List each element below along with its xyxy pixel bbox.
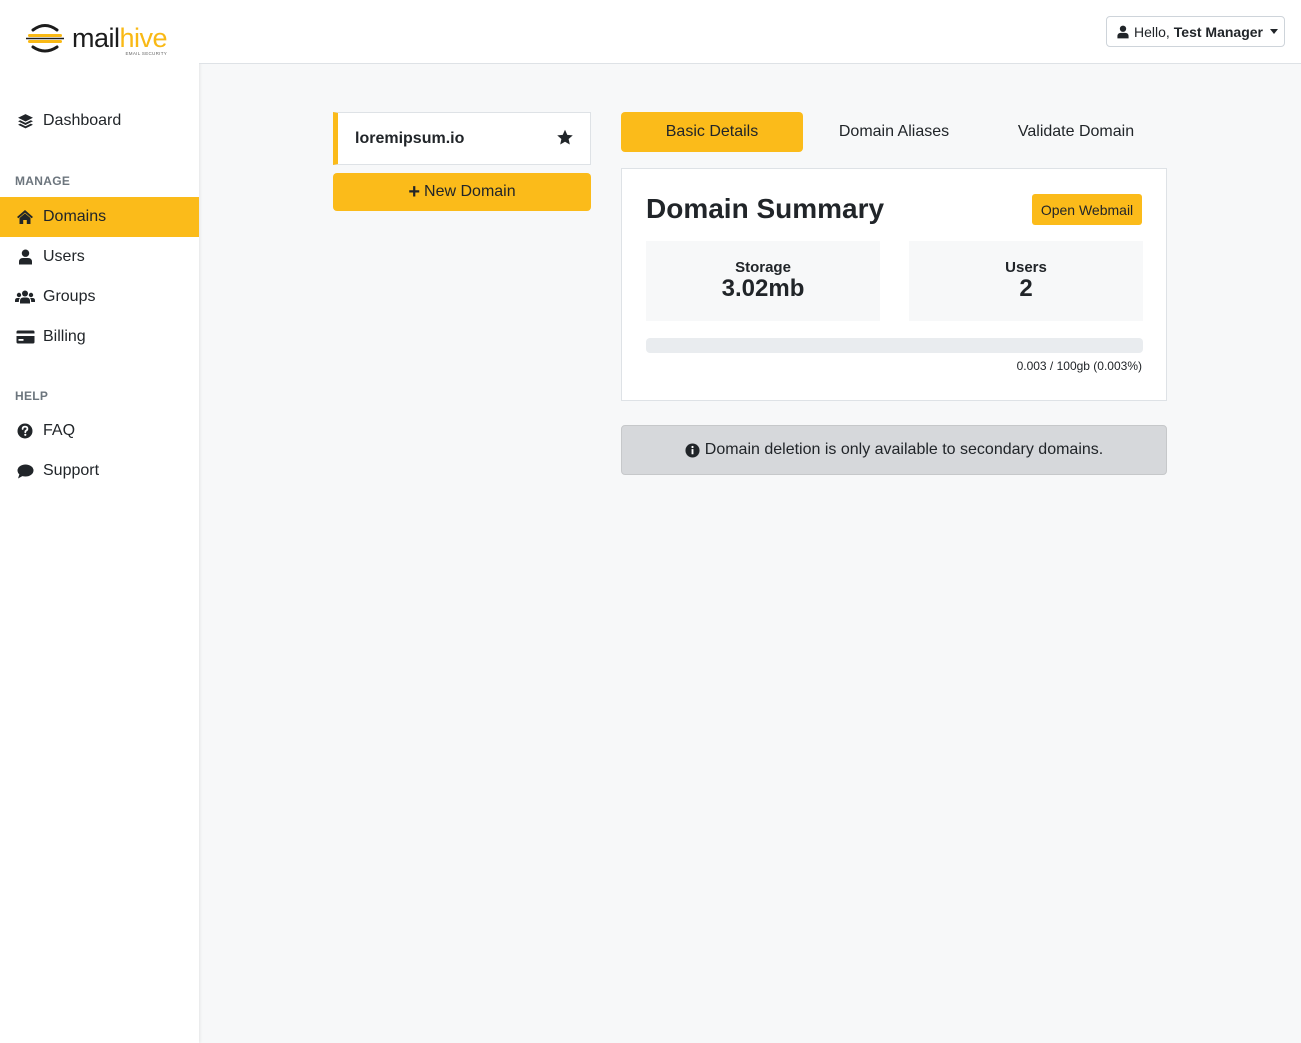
question-circle-icon xyxy=(15,421,35,441)
users-label: Users xyxy=(1005,259,1047,276)
mailhive-logo[interactable]: mailhive EMAIL SECURITY xyxy=(26,20,168,56)
sidebar-item-label: Support xyxy=(43,462,100,479)
storage-value: 3.02mb xyxy=(721,275,805,302)
domain-name: loremipsum.io xyxy=(355,129,465,147)
new-domain-button[interactable]: + New Domain xyxy=(333,173,591,211)
layers-icon xyxy=(15,111,35,131)
credit-card-icon xyxy=(15,327,35,347)
open-webmail-button[interactable]: Open Webmail xyxy=(1032,194,1142,225)
users-value: 2 xyxy=(1019,275,1033,302)
user-icon xyxy=(1117,25,1129,39)
sidebar-item-domains[interactable]: Domains xyxy=(0,197,199,237)
storage-usage-text: 0.003 / 100gb (0.003%) xyxy=(1016,359,1142,373)
home-icon xyxy=(15,207,35,227)
tab-basic-details[interactable]: Basic Details xyxy=(621,112,803,152)
topbar: Hello, Test Manager xyxy=(199,0,1301,64)
sidebar: mailhive EMAIL SECURITY Dashboard MANAGE… xyxy=(0,0,199,1043)
user-name: Test Manager xyxy=(1173,23,1264,40)
nav-section-manage: MANAGE xyxy=(15,174,71,188)
info-circle-icon xyxy=(685,442,700,458)
domain-list-item[interactable]: loremipsum.io xyxy=(333,112,591,165)
nav-section-help: HELP xyxy=(15,389,49,403)
alert-text: Domain deletion is only available to sec… xyxy=(704,441,1104,458)
sidebar-item-label: Groups xyxy=(43,288,96,305)
users-stat: Users 2 xyxy=(909,241,1143,321)
sidebar-item-users[interactable]: Users xyxy=(0,237,199,277)
user-greeting: Hello, xyxy=(1134,23,1170,40)
info-alert: Domain deletion is only available to sec… xyxy=(621,425,1167,475)
plus-icon: + xyxy=(408,181,421,203)
logo-word-hive: hive xyxy=(119,23,168,53)
sidebar-item-label: FAQ xyxy=(43,422,76,439)
sidebar-item-support[interactable]: Support xyxy=(0,451,199,491)
star-icon[interactable] xyxy=(556,129,574,146)
user-icon xyxy=(15,247,35,267)
sidebar-item-label: Billing xyxy=(43,328,86,345)
domain-summary-card: Domain Summary Open Webmail Storage 3.02… xyxy=(621,168,1167,401)
hive-logo-icon xyxy=(26,24,64,53)
sidebar-item-label: Dashboard xyxy=(43,112,122,129)
storage-progress-bar xyxy=(646,338,1143,353)
storage-label: Storage xyxy=(735,259,791,276)
new-domain-label: New Domain xyxy=(424,183,516,200)
storage-stat: Storage 3.02mb xyxy=(646,241,880,321)
logo-tagline: EMAIL SECURITY xyxy=(125,51,168,56)
tab-validate-domain[interactable]: Validate Domain xyxy=(985,112,1167,152)
chevron-down-icon xyxy=(1270,29,1279,34)
summary-title: Domain Summary xyxy=(646,193,885,224)
users-icon xyxy=(15,287,35,307)
comment-icon xyxy=(15,461,35,481)
sidebar-item-label: Users xyxy=(43,248,85,265)
logo-word-mail: mail xyxy=(72,23,120,53)
user-menu-dropdown[interactable]: Hello, Test Manager xyxy=(1106,16,1285,47)
sidebar-item-label: Domains xyxy=(43,208,107,225)
sidebar-item-dashboard[interactable]: Dashboard xyxy=(0,101,199,141)
sidebar-item-faq[interactable]: FAQ xyxy=(0,411,199,451)
tab-domain-aliases[interactable]: Domain Aliases xyxy=(803,112,985,152)
sidebar-item-billing[interactable]: Billing xyxy=(0,317,199,357)
sidebar-item-groups[interactable]: Groups xyxy=(0,277,199,317)
